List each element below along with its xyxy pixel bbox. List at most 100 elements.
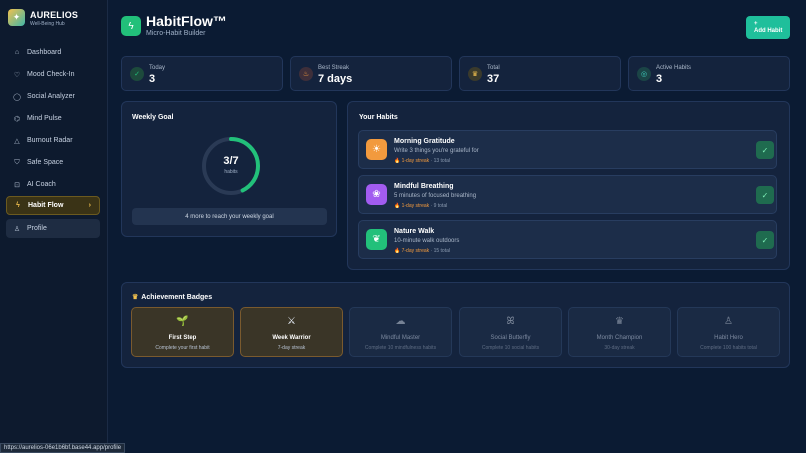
habit-meta: 🔥 1-day streak · 9 total [394, 203, 448, 209]
stat-card-total: ♛ Total 37 [459, 56, 621, 91]
trophy-icon: ♛ [615, 316, 624, 327]
swords-icon: ⚔ [287, 316, 296, 327]
badges-title-text: Achievement Badges [141, 294, 213, 301]
complete-habit-button[interactable]: ✓ [756, 141, 774, 159]
habit-name: Mindful Breathing [394, 183, 454, 190]
badge-week-warrior: ⚔ Week Warrior 7-day streak [240, 307, 343, 357]
sidebar-item-label: Safe Space [27, 159, 64, 166]
brain-icon: ⌬ [13, 115, 21, 123]
bot-icon: ⊡ [14, 181, 20, 189]
habit-description: Write 3 things you're grateful for [394, 148, 479, 154]
habit-total: 13 total [433, 158, 450, 164]
badge-name: Month Champion [596, 335, 643, 341]
hero-icon: ♙ [724, 316, 733, 327]
status-url: https://aurelios-06e1b6bf.base44.app/pro… [0, 443, 126, 453]
sunrise-icon: ☀ [366, 139, 387, 160]
habits-title: Your Habits [359, 114, 398, 121]
badge-name: Social Butterfly [490, 335, 531, 341]
stat-card-best-streak: ♨ Best Streak 7 days [290, 56, 452, 91]
sidebar-item-burnout-radar[interactable]: △ Burnout Radar [6, 131, 100, 150]
sidebar-item-label: Mood Check-In [27, 71, 75, 78]
stat-value: 7 days [318, 73, 353, 85]
add-habit-label: Add Habit [754, 27, 783, 34]
complete-habit-button[interactable]: ✓ [756, 186, 774, 204]
check-icon: ✓ [761, 145, 769, 155]
badge-habit-hero: ♙ Habit Hero Complete 100 habits total [677, 307, 780, 357]
habit-card[interactable]: ❦ Nature Walk 10-minute walk outdoors 🔥 7-d… [358, 220, 777, 259]
sidebar-item-habit-flow[interactable]: ϟ Habit Flow › [6, 196, 100, 215]
badge-name: Mindful Master [380, 335, 421, 341]
sidebar-item-label: Burnout Radar [27, 137, 73, 144]
stat-label: Best Streak [318, 65, 350, 71]
sidebar: ✦ AURELIOS Well-Being Hub ⌂ Dashboard ♡ Moo… [0, 0, 108, 453]
badge-description: Complete 100 habits total [700, 345, 757, 351]
sidebar-item-label: Dashboard [27, 49, 62, 56]
sidebar-item-label: Mind Pulse [27, 115, 62, 122]
alert-icon: △ [14, 137, 20, 145]
trophy-icon: ♛ [132, 294, 139, 301]
stat-label: Today [149, 65, 166, 71]
habit-name: Morning Gratitude [394, 138, 455, 145]
weekly-goal-panel: Weekly Goal 3/7 habits 4 more to reach y… [121, 101, 337, 237]
page-title: HabitFlow™ [146, 13, 227, 29]
complete-habit-button[interactable]: ✓ [756, 231, 774, 249]
target-icon: ◎ [637, 67, 651, 81]
stat-label: Total [487, 65, 500, 71]
sparkle-icon: ✦ [8, 9, 25, 26]
weekly-goal-note: 4 more to reach your weekly goal [132, 208, 327, 225]
heart-icon: ♡ [13, 71, 21, 79]
weekly-progress-ring: 3/7 habits [200, 135, 262, 197]
plus-icon: + [754, 20, 758, 27]
habit-total: 15 total [433, 248, 450, 254]
add-habit-button[interactable]: + Add Habit [746, 16, 790, 39]
stat-value: 37 [487, 73, 500, 85]
badge-first-step: 🌱 First Step Complete your first habit [131, 307, 234, 357]
weekly-goal-title: Weekly Goal [132, 114, 174, 121]
check-icon: ✓ [130, 67, 144, 81]
meditation-icon: ❀ [366, 184, 387, 205]
sidebar-item-label: Habit Flow [28, 202, 64, 209]
sidebar-item-mind-pulse[interactable]: ⌬ Mind Pulse [6, 109, 100, 128]
sidebar-item-social-analyzer[interactable]: ◯ Social Analyzer [6, 87, 100, 106]
habit-streak: 🔥 1-day streak [394, 203, 430, 209]
shield-icon: ⛉ [14, 158, 20, 166]
butterfly-icon: ꕤ [506, 316, 515, 327]
brand-subtitle: Well-Being Hub [30, 21, 65, 27]
weekly-goal-value: 3/7 [223, 155, 239, 167]
badge-name: First Step [168, 335, 197, 341]
seedling-icon: 🌱 [176, 316, 189, 327]
bolt-icon: ϟ [121, 16, 141, 36]
habit-name: Nature Walk [394, 228, 435, 235]
brand[interactable]: ✦ AURELIOS Well-Being Hub [8, 9, 104, 29]
stat-label: Active Habits [656, 65, 692, 71]
habit-card[interactable]: ❀ Mindful Breathing 5 minutes of focused b… [358, 175, 777, 214]
chevron-right-icon: › [88, 202, 91, 209]
sidebar-item-ai-coach[interactable]: ⊡ AI Coach [6, 175, 100, 194]
bolt-icon: ϟ [16, 202, 20, 209]
habit-description: 5 minutes of focused breathing [394, 193, 477, 199]
badge-description: Complete 10 mindfulness habits [364, 345, 437, 351]
badge-description: Complete your first habit [155, 345, 210, 351]
habit-meta: 🔥 1-day streak · 13 total [394, 158, 450, 164]
stat-value: 3 [149, 73, 156, 85]
flame-icon: ♨ [299, 67, 313, 81]
badge-social-butterfly: ꕤ Social Butterfly Complete 10 social habi… [459, 307, 562, 357]
stat-card-today: ✓ Today 3 [121, 56, 283, 91]
check-icon: ✓ [761, 190, 769, 200]
sidebar-item-label: Profile [27, 225, 47, 232]
badge-name: Habit Hero [714, 335, 743, 341]
sidebar-item-mood-check-in[interactable]: ♡ Mood Check-In [6, 65, 100, 84]
habit-card[interactable]: ☀ Morning Gratitude Write 3 things you're … [358, 130, 777, 169]
badge-mindful-master: ☁ Mindful Master Complete 10 mindfulness h… [349, 307, 452, 357]
sidebar-item-safe-space[interactable]: ⛉ Safe Space [6, 153, 100, 172]
stat-card-active-habits: ◎ Active Habits 3 [628, 56, 790, 91]
check-icon: ✓ [761, 235, 769, 245]
habit-streak: 🔥 1-day streak [394, 158, 430, 164]
habit-streak: 🔥 7-day streak [394, 248, 430, 254]
weekly-goal-unit: habits [224, 169, 238, 175]
sidebar-item-dashboard[interactable]: ⌂ Dashboard [6, 43, 100, 62]
stat-value: 3 [656, 73, 663, 85]
sidebar-item-profile[interactable]: ♙ Profile [6, 219, 100, 238]
brand-name: AURELIOS [30, 10, 79, 20]
leaf-icon: ❦ [366, 229, 387, 250]
